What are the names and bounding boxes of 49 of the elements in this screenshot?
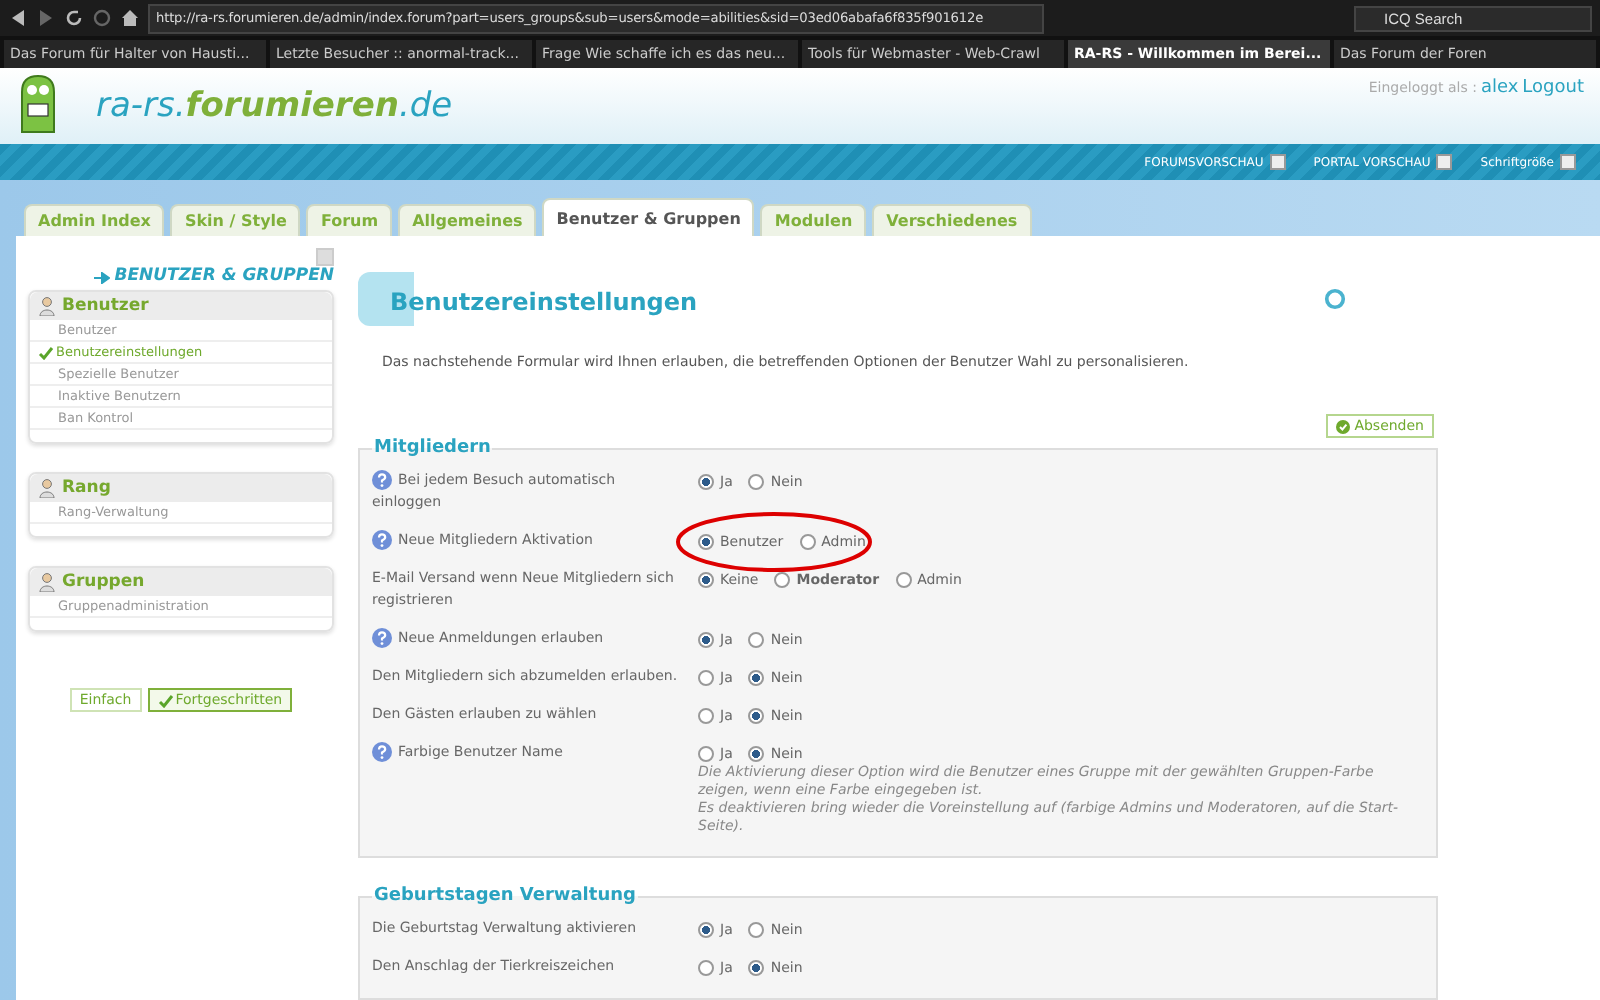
radio-icon[interactable]: [799, 533, 816, 549]
preview-icon: [1269, 154, 1286, 170]
radio-icon[interactable]: [698, 707, 714, 723]
preview-icon: [1436, 154, 1453, 170]
radio-icon[interactable]: [748, 631, 765, 647]
home-icon[interactable]: [120, 8, 140, 28]
section-title: Benutzer: [62, 296, 149, 316]
radio-icon[interactable]: [698, 473, 714, 489]
help-icon[interactable]: [372, 742, 392, 763]
radio-icon[interactable]: [698, 921, 714, 937]
user-icon: [38, 572, 56, 592]
radio-icon[interactable]: [748, 745, 765, 761]
site-logo-text: ra-rs.forumieren.de: [96, 86, 453, 126]
section-title: Gruppen: [62, 572, 145, 592]
user-icon: [38, 478, 56, 498]
help-icon[interactable]: [372, 628, 392, 649]
radio-icon[interactable]: [698, 631, 714, 647]
panel-legend: Mitgliedern: [372, 438, 493, 458]
help-icon[interactable]: [372, 470, 392, 491]
reload-icon[interactable]: [64, 8, 84, 28]
radio-icon[interactable]: [698, 745, 714, 761]
forward-icon[interactable]: [36, 8, 56, 28]
username: alex: [1480, 78, 1519, 98]
radio-icon[interactable]: [895, 571, 912, 587]
check-icon: [38, 345, 54, 359]
radio-icon[interactable]: [698, 571, 714, 587]
stop-icon[interactable]: [92, 8, 112, 28]
radio-icon[interactable]: [698, 533, 714, 549]
check-circle-icon: [1336, 419, 1351, 433]
section-title: Rang: [62, 478, 111, 498]
radio-icon[interactable]: [748, 921, 765, 937]
preview-icon: [1560, 154, 1576, 170]
radio-icon[interactable]: [748, 959, 765, 975]
radio-icon[interactable]: [748, 707, 765, 723]
radio-icon[interactable]: [698, 669, 714, 685]
help-icon[interactable]: [372, 530, 392, 551]
page-title: Benutzereinstellungen: [358, 272, 698, 326]
loading-icon: [1324, 288, 1346, 310]
sidebar-title: BENUTZER & GRUPPEN: [114, 266, 334, 286]
arrow-icon: [94, 271, 111, 283]
radio-icon[interactable]: [698, 959, 714, 975]
back-icon[interactable]: [8, 8, 28, 28]
nav-tab[interactable]: Benutzer & Gruppen: [542, 198, 755, 236]
radio-icon[interactable]: [748, 473, 765, 489]
check-icon: [157, 693, 174, 707]
panel-legend: Geburtstagen Verwaltung: [372, 886, 638, 906]
radio-icon[interactable]: [748, 669, 765, 685]
logout-link[interactable]: Logout: [1522, 78, 1584, 98]
user-icon: [38, 296, 56, 316]
